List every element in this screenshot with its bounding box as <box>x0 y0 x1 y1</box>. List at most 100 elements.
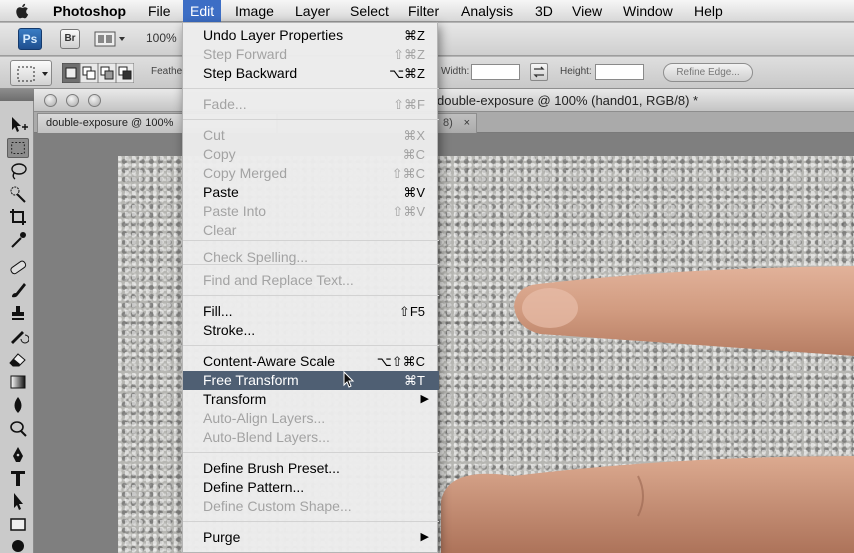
menu-item-purge[interactable]: Purge ▶ <box>183 528 439 547</box>
selection-mode-buttons[interactable] <box>62 63 134 83</box>
eraser-tool-icon[interactable] <box>7 349 29 369</box>
document-tab-bar: double-exposure @ 100% 8) × <box>34 112 854 133</box>
menu-item-shortcut: ⌘C <box>402 147 425 162</box>
menu-item-clear: Clear <box>183 221 439 240</box>
blur-tool-icon[interactable] <box>7 395 29 415</box>
menu-item-label: Purge <box>203 529 241 545</box>
menu-item-shortcut: ⌥⌘Z <box>389 66 425 81</box>
photoshop-logo: Ps <box>18 28 42 50</box>
menu-item-shortcut: ⌘Z <box>404 28 425 43</box>
menu-item-cut: Cut ⌘X <box>183 126 439 145</box>
hand-tool-icon[interactable] <box>7 535 29 553</box>
submenu-arrow-icon: ▶ <box>420 531 429 543</box>
apple-icon[interactable] <box>14 2 32 20</box>
clone-stamp-icon[interactable] <box>7 303 29 323</box>
spot-healing-icon[interactable] <box>7 257 29 277</box>
swap-dimensions-button[interactable] <box>530 63 548 81</box>
menu-image[interactable]: Image <box>228 0 281 22</box>
window-minimize-button[interactable] <box>66 94 79 107</box>
menu-separator <box>183 345 439 346</box>
menu-item-label: Copy <box>203 146 236 162</box>
window-zoom-button[interactable] <box>88 94 101 107</box>
quick-selection-icon[interactable] <box>7 184 29 204</box>
eyedropper-tool-icon[interactable] <box>7 230 29 250</box>
dodge-tool-icon[interactable] <box>7 418 29 438</box>
menu-item-label: Content-Aware Scale <box>203 353 336 369</box>
menu-filter[interactable]: Filter <box>401 0 446 22</box>
menu-item-paste[interactable]: Paste ⌘V <box>183 183 439 202</box>
menu-item-label: Auto-Align Layers... <box>203 410 326 426</box>
tool-preset-picker[interactable] <box>10 60 52 86</box>
marquee-preset-icon <box>17 66 48 82</box>
menu-view[interactable]: View <box>565 0 609 22</box>
width-field[interactable] <box>471 64 520 80</box>
menu-item-define-pattern[interactable]: Define Pattern... <box>183 478 439 497</box>
tab-close-icon[interactable]: × <box>464 114 470 132</box>
menu-separator <box>183 119 439 120</box>
menu-item-step-backward[interactable]: Step Backward ⌥⌘Z <box>183 64 439 83</box>
pen-tool-icon[interactable] <box>7 445 29 465</box>
menu-item-shortcut: ⇧⌘F <box>393 97 425 112</box>
menu-item-shortcut: ⌘T <box>404 373 425 388</box>
gradient-tool-icon[interactable] <box>7 372 29 392</box>
menu-select[interactable]: Select <box>343 0 396 22</box>
refine-edge-button[interactable]: Refine Edge... <box>663 63 753 82</box>
menu-edit[interactable]: Edit <box>183 0 222 22</box>
menu-item-shortcut: ⇧⌘C <box>391 166 425 181</box>
bridge-button[interactable]: Br <box>60 29 80 49</box>
arrange-documents-icon[interactable] <box>94 30 128 48</box>
menu-item-label: Cut <box>203 127 225 143</box>
menu-item-undo-layer-properties[interactable]: Undo Layer Properties ⌘Z <box>183 26 439 45</box>
path-selection-icon[interactable] <box>7 491 29 511</box>
move-tool-icon[interactable] <box>7 115 29 135</box>
document-title: double-exposure @ 100% (hand01, RGB/8) * <box>437 93 699 108</box>
menu-item-transform[interactable]: Transform ▶ <box>183 390 439 409</box>
lasso-tool-icon[interactable] <box>7 161 29 181</box>
menu-item-step-forward: Step Forward ⇧⌘Z <box>183 45 439 64</box>
menu-app-photoshop[interactable]: Photoshop <box>46 0 133 22</box>
height-field[interactable] <box>595 64 644 80</box>
tools-panel-header[interactable] <box>0 89 34 101</box>
menu-item-label: Define Brush Preset... <box>203 460 340 476</box>
submenu-arrow-icon: ▶ <box>420 393 429 405</box>
menu-item-check-spelling: Check Spelling... <box>183 248 439 267</box>
menu-item-shortcut: ⇧F5 <box>398 304 425 319</box>
menu-item-free-transform[interactable]: Free Transform ⌘T <box>183 371 439 390</box>
menu-item-copy: Copy ⌘C <box>183 145 439 164</box>
menu-item-label: Transform <box>203 391 267 407</box>
history-brush-icon[interactable] <box>7 326 29 346</box>
menu-file[interactable]: File <box>141 0 178 22</box>
menu-item-shortcut: ⇧⌘V <box>392 204 425 219</box>
brush-tool-icon[interactable] <box>7 280 29 300</box>
crop-tool-icon[interactable] <box>7 207 29 227</box>
window-close-button[interactable] <box>44 94 57 107</box>
menu-item-label: Auto-Blend Layers... <box>203 429 330 445</box>
document-tab-2-label: 8) <box>443 117 453 129</box>
menu-item-label: Free Transform <box>203 372 299 388</box>
zoom-level[interactable]: 100% <box>146 31 177 45</box>
menu-item-content-aware-scale[interactable]: Content-Aware Scale ⌥⇧⌘C <box>183 352 439 371</box>
menu-separator <box>183 295 439 296</box>
menu-item-define-brush-preset[interactable]: Define Brush Preset... <box>183 459 439 478</box>
menu-help[interactable]: Help <box>687 0 730 22</box>
menu-item-label: Define Custom Shape... <box>203 498 352 514</box>
menu-item-label: Fill... <box>203 303 233 319</box>
document-titlebar: double-exposure @ 100% (hand01, RGB/8) * <box>34 89 854 112</box>
menu-window[interactable]: Window <box>616 0 680 22</box>
menu-item-fill[interactable]: Fill... ⇧F5 <box>183 302 439 321</box>
rectangle-tool-icon[interactable] <box>7 514 29 534</box>
menu-item-shortcut: ⇧⌘Z <box>393 47 425 62</box>
menu-item-label: Copy Merged <box>203 165 288 181</box>
rectangular-marquee-icon[interactable] <box>7 138 29 158</box>
menu-analysis[interactable]: Analysis <box>454 0 520 22</box>
menu-item-fade: Fade... ⇧⌘F <box>183 95 439 114</box>
menu-layer[interactable]: Layer <box>288 0 337 22</box>
menu-item-stroke[interactable]: Stroke... <box>183 321 439 340</box>
menu-item-define-custom-shape: Define Custom Shape... <box>183 497 439 516</box>
menu-3d[interactable]: 3D <box>528 0 560 22</box>
mouse-cursor-icon <box>343 371 355 388</box>
swap-icon <box>533 66 545 78</box>
type-tool-icon[interactable] <box>7 468 29 488</box>
menu-item-label: Clear <box>203 222 237 238</box>
menu-bar: Photoshop File Edit Image Layer Select F… <box>0 0 854 22</box>
